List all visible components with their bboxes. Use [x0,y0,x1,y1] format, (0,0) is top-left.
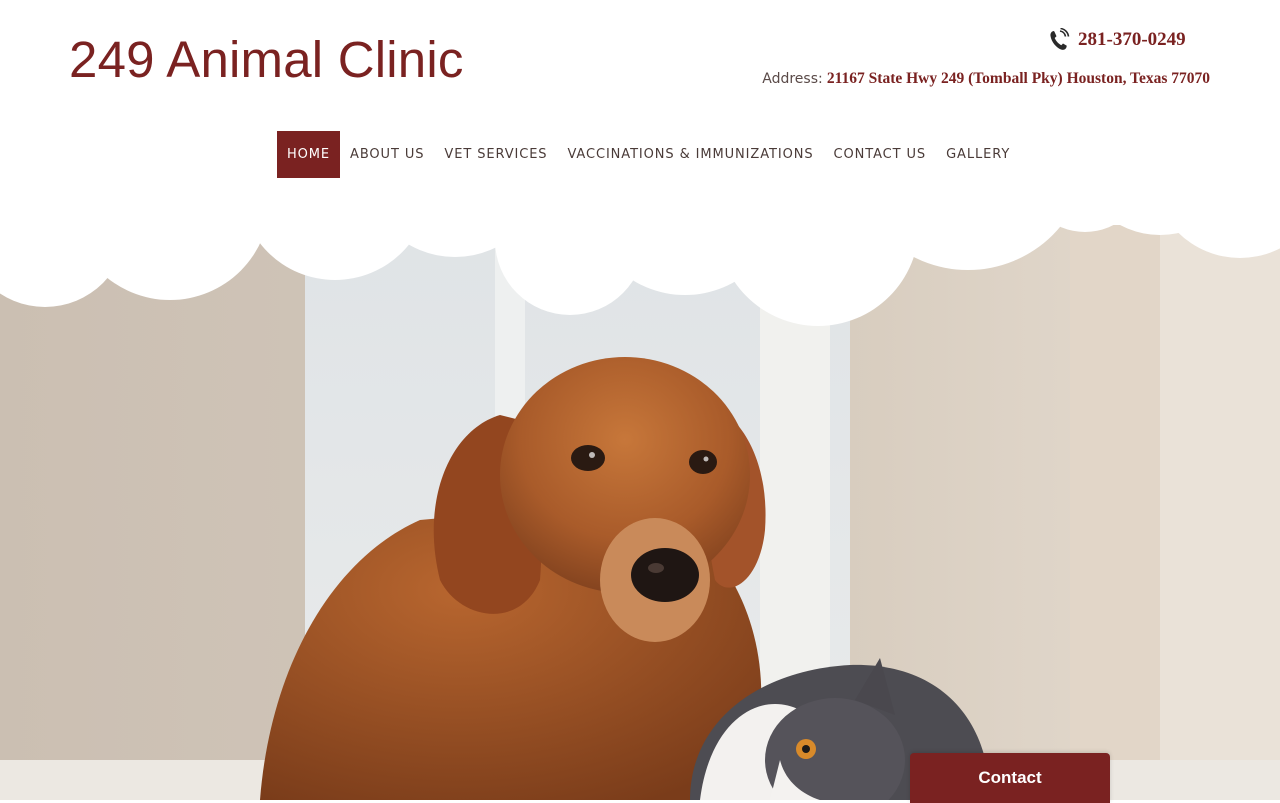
hero-image [0,200,1280,800]
contact-widget-button[interactable]: Contact [910,753,1110,803]
nav-item-vaccinations[interactable]: VACCINATIONS & IMMUNIZATIONS [557,131,823,178]
nav-item-contact-us[interactable]: CONTACT US [824,131,937,178]
phone-contact[interactable]: 281-370-0249 [1048,27,1186,52]
main-navigation: HOME ABOUT US VET SERVICES VACCINATIONS … [277,131,1020,178]
site-header: 249 Animal Clinic 281-370-0249 Address: … [0,0,1280,200]
clinic-address: Address: 21167 State Hwy 249 (Tomball Pk… [762,70,1210,88]
phone-ringing-icon [1048,27,1070,52]
nav-item-gallery[interactable]: GALLERY [936,131,1020,178]
nav-item-home[interactable]: HOME [277,131,341,178]
nav-item-vet-services[interactable]: VET SERVICES [434,131,557,178]
nav-item-about-us[interactable]: ABOUT US [340,131,434,178]
address-value: 21167 State Hwy 249 (Tomball Pky) Housto… [826,70,1210,87]
dog-and-cat-photo [0,200,1280,800]
phone-number[interactable]: 281-370-0249 [1078,29,1186,51]
site-logo[interactable]: 249 Animal Clinic [69,30,464,90]
address-label: Address: [762,71,823,87]
